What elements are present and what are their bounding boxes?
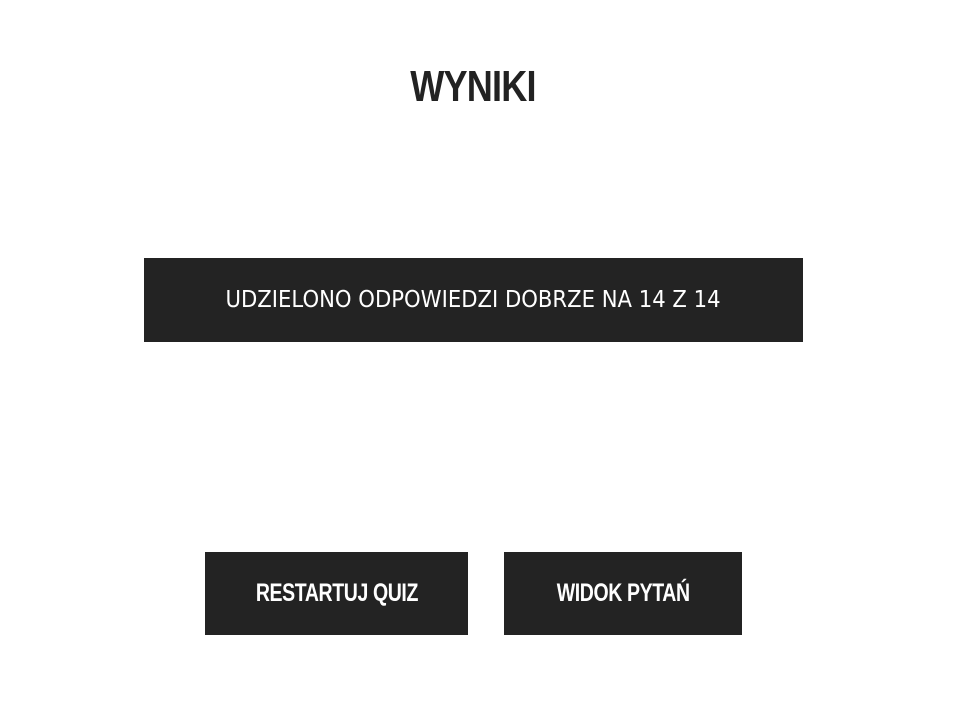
result-score-text: UDZIELONO ODPOWIEDZI DOBRZE NA 14 Z 14 [225,287,722,313]
view-questions-button[interactable]: WIDOK PYTAŃ [504,552,742,635]
restart-quiz-button[interactable]: RESTARTUJ QUIZ [205,552,468,635]
result-panel: UDZIELONO ODPOWIEDZI DOBRZE NA 14 Z 14 [144,258,803,342]
view-questions-label: WIDOK PYTAŃ [556,579,690,607]
restart-quiz-label: RESTARTUJ QUIZ [255,579,418,607]
page-title: WYNIKI [410,62,536,111]
